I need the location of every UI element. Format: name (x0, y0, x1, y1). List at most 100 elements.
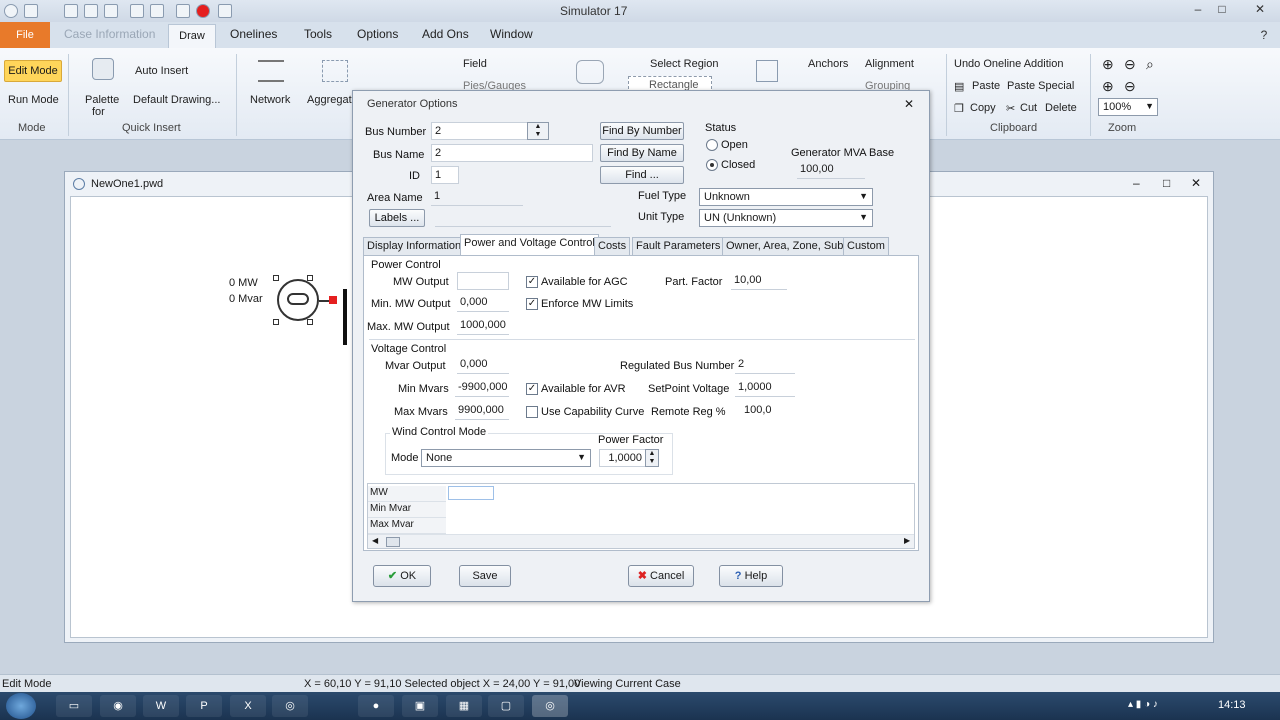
zoom-area-icon[interactable]: ⊕ (1102, 78, 1114, 95)
scroll-thumb[interactable] (386, 537, 400, 547)
app-icon-2[interactable]: ● (358, 695, 394, 717)
tab-display-information[interactable]: Display Information (363, 237, 466, 255)
tab-power-voltage-control[interactable]: Power and Voltage Control (460, 234, 599, 255)
min-mvars-field[interactable]: -9900,000 (455, 379, 509, 397)
regulated-bus-field[interactable]: 2 (735, 356, 795, 374)
powerpoint-icon[interactable]: P (186, 695, 222, 717)
power-factor-spinner[interactable]: ▲ ▼ (645, 449, 659, 467)
explorer-icon[interactable]: ▭ (56, 695, 92, 717)
paste-special-button[interactable]: Paste Special (1007, 80, 1074, 92)
status-closed-radio[interactable] (706, 159, 718, 171)
help-button[interactable]: ? Help (719, 565, 783, 587)
run-mode-button[interactable]: Run Mode (8, 94, 59, 106)
delete-button[interactable]: Delete (1045, 102, 1077, 114)
network-button[interactable]: Network (250, 94, 290, 106)
zoom-out-icon[interactable]: ⊖ (1124, 56, 1136, 73)
bus-bar[interactable] (343, 289, 347, 345)
toolbar-icon-5[interactable] (150, 4, 164, 18)
selection-handle[interactable] (273, 319, 279, 325)
zoom-fit-icon[interactable]: ⌕ (1146, 56, 1154, 73)
data-grid[interactable]: MW Min Mvar Max Mvar ◀ ▶ (367, 483, 915, 549)
tab-fault-parameters[interactable]: Fault Parameters (632, 237, 725, 255)
app-icon-5[interactable]: ▢ (488, 695, 524, 717)
toolbar-icon-4[interactable] (130, 4, 144, 18)
tab-window[interactable]: Window (490, 27, 533, 41)
stop-icon[interactable] (196, 4, 210, 18)
snap-grid-icon[interactable] (756, 60, 778, 82)
find-by-name-button[interactable]: Find By Name (600, 144, 684, 162)
breaker-icon[interactable] (329, 296, 337, 304)
selection-handle[interactable] (307, 319, 313, 325)
paste-icon[interactable]: ▤ (954, 80, 964, 93)
aggregation-button[interactable]: Aggregat (307, 94, 352, 106)
help-icon[interactable]: ? (1250, 26, 1278, 44)
undo-button[interactable]: Undo Oneline Addition (954, 58, 1063, 70)
bus-name-field[interactable]: 2 (431, 144, 593, 162)
enforce-mw-limits-checkbox[interactable]: ✓ (526, 298, 538, 310)
bus-number-spinner[interactable]: ▲ ▼ (527, 122, 549, 140)
toolbar-icon-1[interactable] (64, 4, 78, 18)
network-icon[interactable] (258, 60, 284, 82)
palette-icon[interactable] (92, 58, 114, 80)
maximize-icon[interactable]: □ (1208, 0, 1236, 18)
min-mw-output-field[interactable]: 0,000 (457, 294, 509, 312)
capability-curve-checkbox[interactable] (526, 406, 538, 418)
toolbar-icon-7[interactable] (218, 4, 232, 18)
dialog-close-icon[interactable]: ✕ (904, 97, 914, 111)
close-icon[interactable]: ✕ (1240, 0, 1280, 18)
alignment-button[interactable]: Alignment (865, 58, 914, 70)
hand-icon[interactable] (576, 60, 604, 84)
tab-options[interactable]: Options (357, 27, 398, 41)
max-mw-output-field[interactable]: 1000,000 (457, 317, 509, 335)
labels-field[interactable] (435, 209, 611, 227)
grid-cell-selected[interactable] (448, 486, 494, 500)
selection-handle[interactable] (307, 275, 313, 281)
paste-button[interactable]: Paste (972, 80, 1000, 92)
app-logo-icon[interactable] (4, 4, 18, 18)
tab-draw[interactable]: Draw (168, 24, 216, 48)
field-button[interactable]: Field (463, 58, 487, 70)
area-name-field[interactable]: 1 (431, 188, 523, 206)
tab-costs[interactable]: Costs (594, 237, 631, 255)
avr-checkbox[interactable]: ✓ (526, 383, 538, 395)
grid-horizontal-scrollbar[interactable]: ◀ ▶ (368, 534, 914, 548)
chrome-icon[interactable]: ◉ (100, 695, 136, 717)
edit-mode-button[interactable]: Edit Mode (4, 60, 62, 82)
cut-button[interactable]: Cut (1020, 102, 1037, 114)
status-open-radio[interactable] (706, 139, 718, 151)
word-icon[interactable]: W (143, 695, 179, 717)
save-icon[interactable] (24, 4, 38, 18)
scroll-right-icon[interactable]: ▶ (904, 536, 910, 545)
tab-onelines[interactable]: Onelines (230, 27, 277, 41)
save-button[interactable]: Save (459, 565, 511, 587)
toolbar-icon-6[interactable] (176, 4, 190, 18)
palette-button[interactable]: Palette (85, 94, 119, 106)
tab-custom[interactable]: Custom (843, 237, 889, 255)
cancel-button[interactable]: ✖ Cancel (628, 565, 694, 587)
tab-case-information[interactable]: Case Information (64, 27, 155, 41)
auto-insert-button[interactable]: Auto Insert (135, 65, 188, 77)
mw-output-field[interactable] (457, 272, 509, 290)
ok-button[interactable]: ✔ OK (373, 565, 431, 587)
cut-icon[interactable]: ✂ (1006, 102, 1015, 115)
max-mvars-field[interactable]: 9900,000 (455, 402, 509, 420)
tray-icons[interactable]: ▴ ▮ ◑ ♪ (1128, 699, 1158, 710)
remote-reg-field[interactable]: 100,0 (741, 402, 795, 420)
anchors-button[interactable]: Anchors (808, 58, 848, 70)
tab-owner-area-zone-sub[interactable]: Owner, Area, Zone, Sub (722, 237, 848, 255)
labels-button[interactable]: Labels ... (369, 209, 425, 227)
tab-file[interactable]: File (0, 22, 50, 48)
zoom-in-icon[interactable]: ⊕ (1102, 56, 1114, 73)
find-button[interactable]: Find ... (600, 166, 684, 184)
app-icon-3[interactable]: ▣ (402, 695, 438, 717)
mva-base-field[interactable]: 100,00 (797, 161, 865, 179)
selection-handle[interactable] (273, 275, 279, 281)
copy-button[interactable]: Copy (970, 102, 996, 114)
setpoint-voltage-field[interactable]: 1,0000 (735, 379, 795, 397)
scroll-left-icon[interactable]: ◀ (372, 536, 378, 545)
toolbar-icon-2[interactable] (84, 4, 98, 18)
agc-checkbox[interactable]: ✓ (526, 276, 538, 288)
zoom-select[interactable]: 100% ▼ (1098, 98, 1158, 116)
default-drawing-button[interactable]: Default Drawing... (133, 94, 220, 106)
excel-icon[interactable]: X (230, 695, 266, 717)
